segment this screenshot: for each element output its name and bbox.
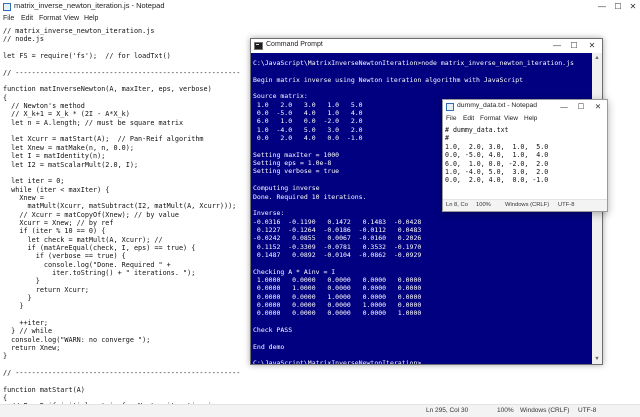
console-icon — [254, 42, 263, 50]
dummy-status-line-ending: Windows (CRLF) — [505, 202, 550, 208]
dummy-minimize-button[interactable]: — — [556, 100, 572, 114]
command-prompt-title: Command Prompt — [266, 41, 323, 48]
notepad-main-titlebar[interactable]: matrix_inverse_newton_iteration.js - Not… — [0, 0, 640, 14]
dummy-menu-help[interactable]: Help — [524, 115, 537, 122]
scroll-down-arrow-icon[interactable]: ▼ — [592, 354, 602, 364]
status-cursor-position: Ln 295, Col 30 — [426, 407, 469, 414]
notepad-main-menubar: File Edit Format View Help — [0, 14, 640, 26]
cmd-close-button[interactable]: ✕ — [584, 39, 600, 53]
notepad-main-statusbar: Ln 295, Col 30 100% Windows (CRLF) UTF-8 — [0, 404, 640, 417]
status-line-ending: Windows (CRLF) — [520, 407, 570, 414]
dummy-maximize-button[interactable]: ☐ — [573, 100, 589, 114]
menu-format[interactable]: Format — [39, 15, 61, 22]
maximize-button[interactable]: ☐ — [610, 0, 626, 14]
cmd-maximize-button[interactable]: ☐ — [566, 39, 582, 53]
notepad-main-title: matrix_inverse_newton_iteration.js - Not… — [14, 1, 165, 10]
dummy-status-zoom: 100% — [476, 202, 491, 208]
status-encoding: UTF-8 — [578, 407, 597, 414]
menu-file[interactable]: File — [3, 15, 14, 22]
menu-edit[interactable]: Edit — [21, 15, 33, 22]
source-code-text[interactable]: // matrix_inverse_newton_iteration.js //… — [3, 27, 240, 404]
minimize-button[interactable]: — — [594, 0, 610, 14]
notepad-dummy-menubar: File Edit Format View Help — [443, 114, 607, 125]
cmd-minimize-button[interactable]: — — [549, 39, 565, 53]
dummy-data-text[interactable]: # dummy_data.txt # 1.0, 2.0, 3.0, 1.0, 5… — [445, 126, 548, 185]
dummy-status-cursor-position: Ln 8, Co — [446, 202, 468, 208]
dummy-menu-file[interactable]: File — [446, 115, 456, 122]
menu-help[interactable]: Help — [84, 15, 98, 22]
dummy-menu-format[interactable]: Format — [480, 115, 501, 122]
status-zoom: 100% — [497, 407, 514, 414]
notepad-dummy-title: dummy_data.txt - Notepad — [457, 102, 538, 109]
dummy-menu-edit[interactable]: Edit — [463, 115, 474, 122]
dummy-menu-view[interactable]: View — [504, 115, 518, 122]
notepad-app-icon — [3, 3, 11, 11]
notepad-app-icon — [446, 103, 454, 111]
notepad-main-editor[interactable]: // matrix_inverse_newton_iteration.js //… — [0, 26, 248, 404]
notepad-dummy-window: dummy_data.txt - Notepad — ☐ ✕ File Edit… — [442, 99, 608, 212]
dummy-close-button[interactable]: ✕ — [590, 100, 606, 114]
scroll-up-arrow-icon[interactable]: ▲ — [592, 53, 602, 63]
command-prompt-titlebar[interactable]: Command Prompt — ☐ ✕ — [251, 39, 602, 53]
menu-view[interactable]: View — [64, 15, 79, 22]
notepad-dummy-titlebar[interactable]: dummy_data.txt - Notepad — ☐ ✕ — [443, 100, 607, 114]
dummy-status-encoding: UTF-8 — [558, 202, 575, 208]
notepad-dummy-editor[interactable]: # dummy_data.txt # 1.0, 2.0, 3.0, 1.0, 5… — [443, 125, 607, 199]
close-button[interactable]: ✕ — [625, 0, 640, 14]
notepad-dummy-statusbar: Ln 8, Co 100% Windows (CRLF) UTF-8 — [443, 199, 607, 211]
